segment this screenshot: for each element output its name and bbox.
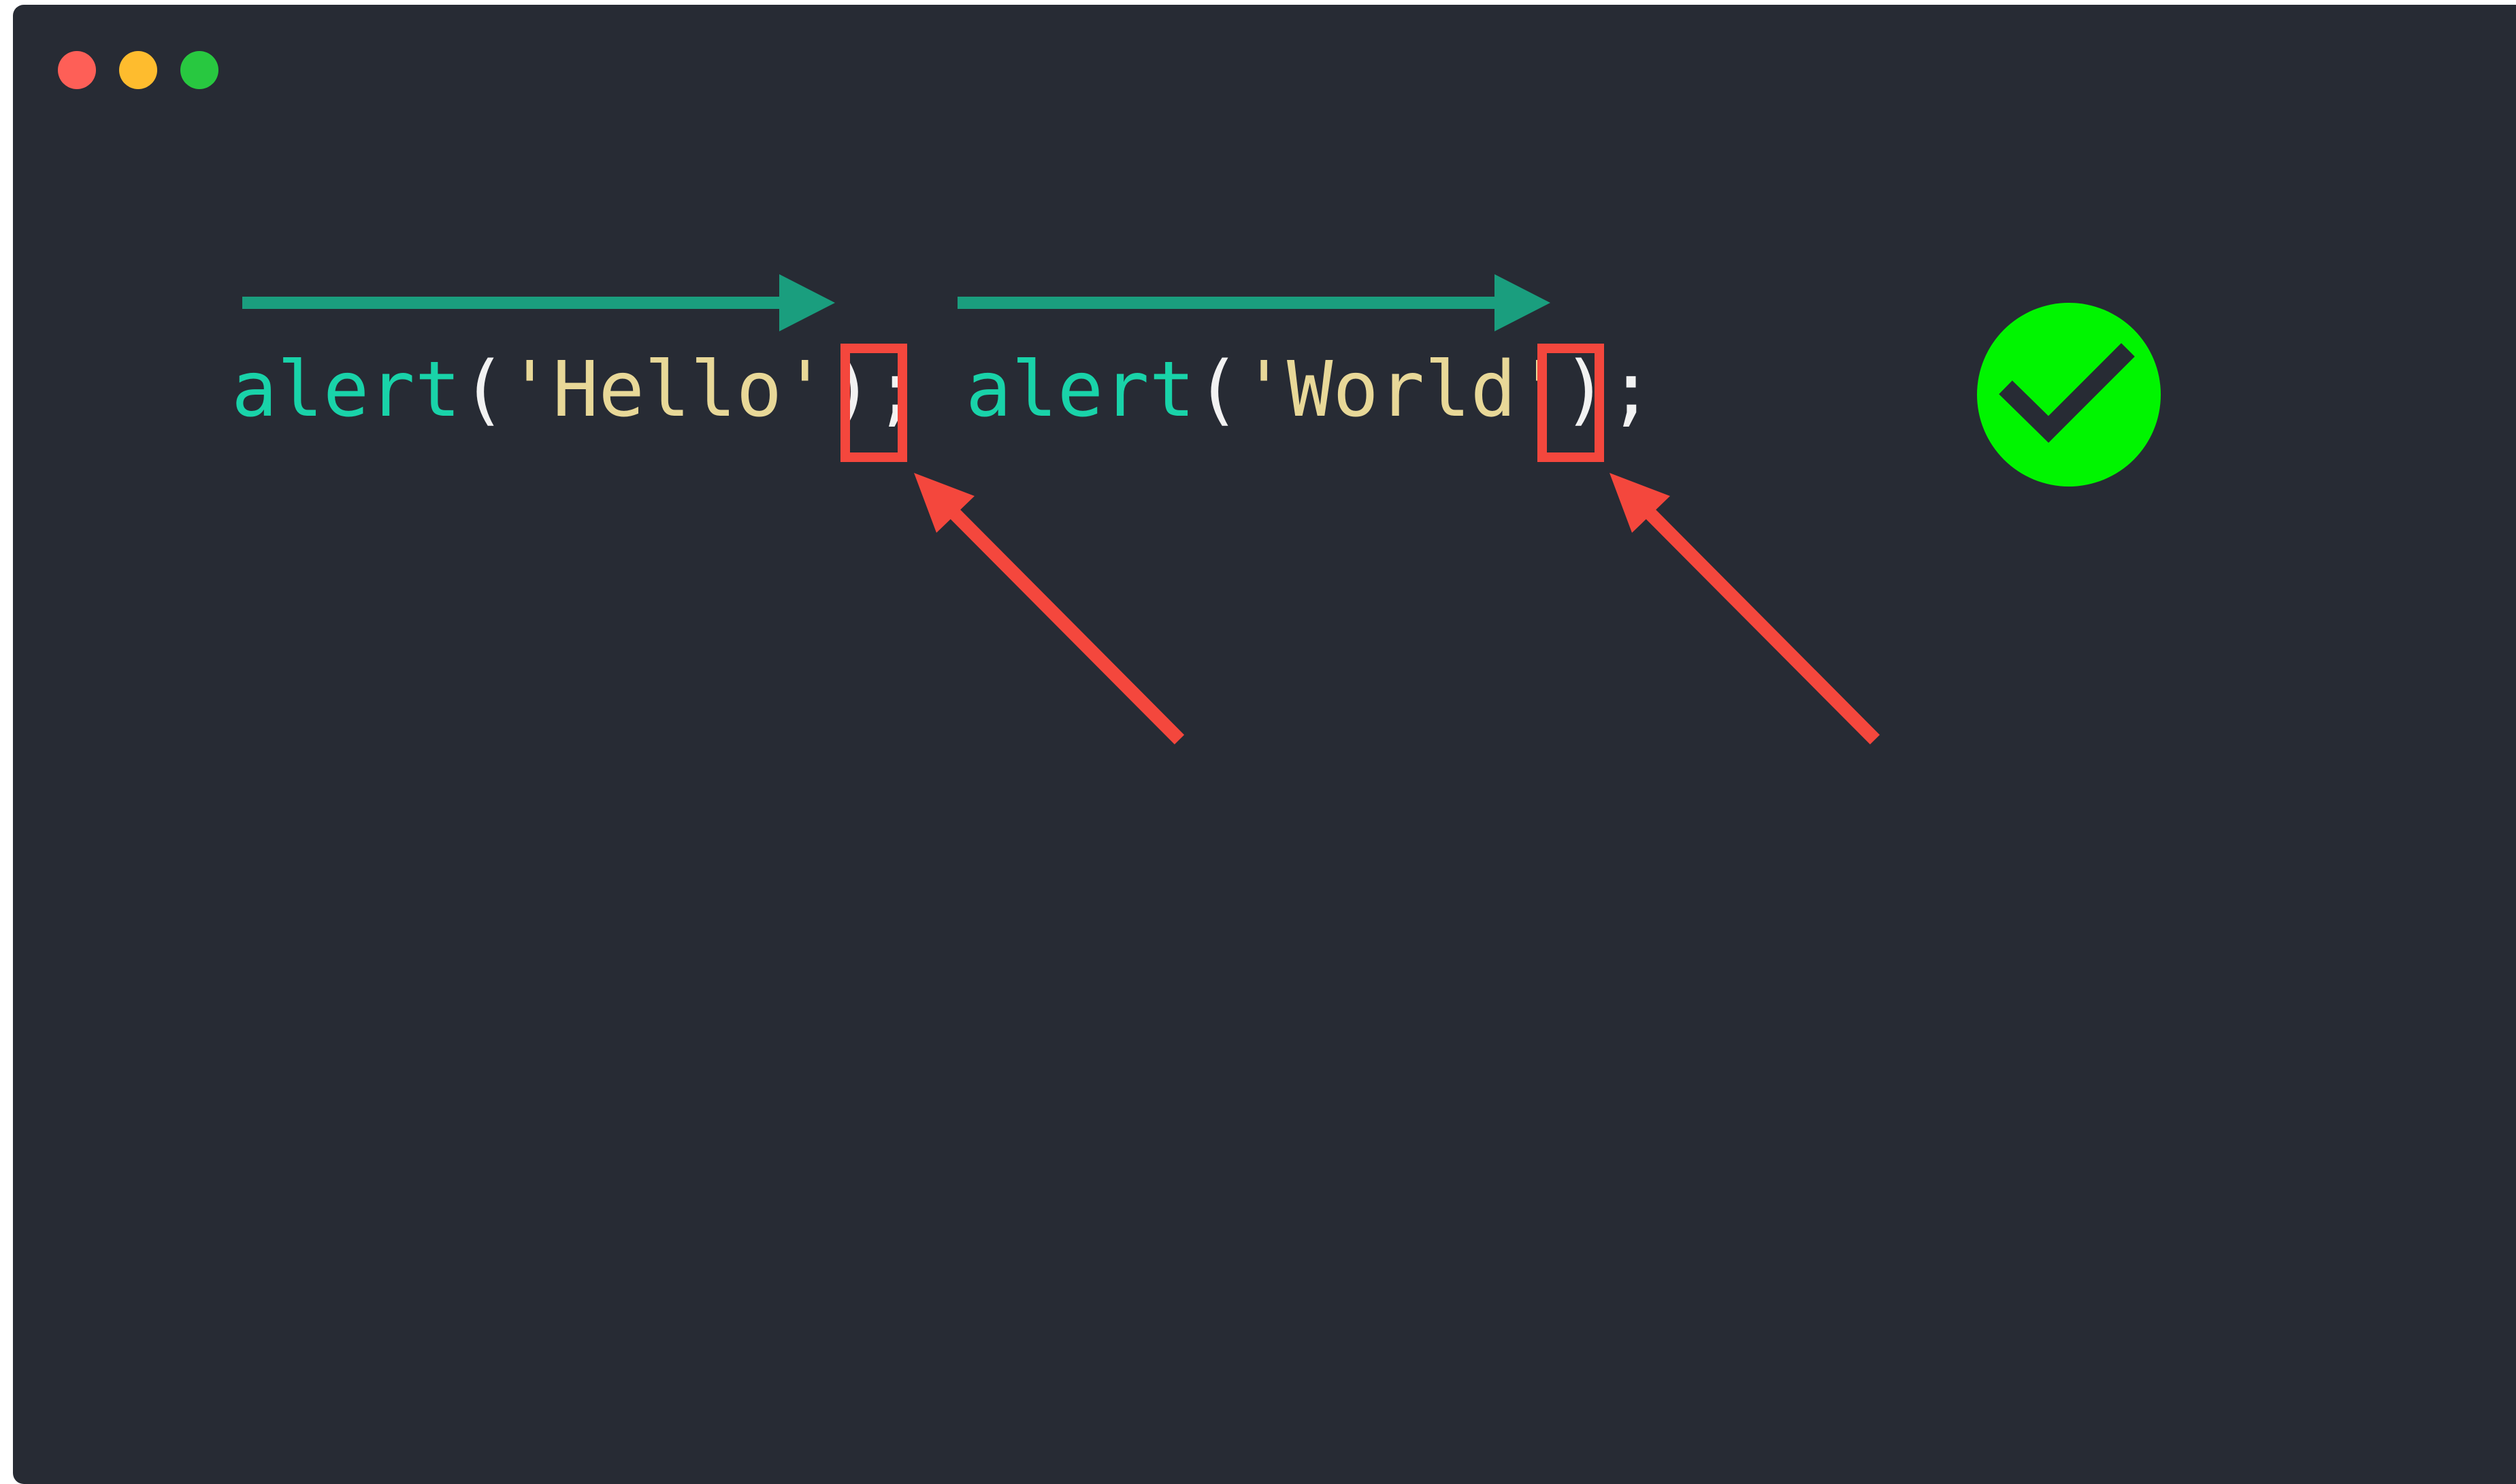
- flow-arrow-1: [242, 274, 835, 331]
- semicolon-highlight-2: [1537, 344, 1604, 462]
- check-circle-icon: [1977, 303, 2161, 487]
- semicolon-highlight-1: [840, 344, 907, 462]
- flow-arrow-2: [958, 274, 1550, 331]
- annotation-overlay: [242, 274, 2161, 745]
- pointer-arrow-1: [914, 473, 1185, 745]
- pointer-arrow-2: [1610, 473, 1880, 745]
